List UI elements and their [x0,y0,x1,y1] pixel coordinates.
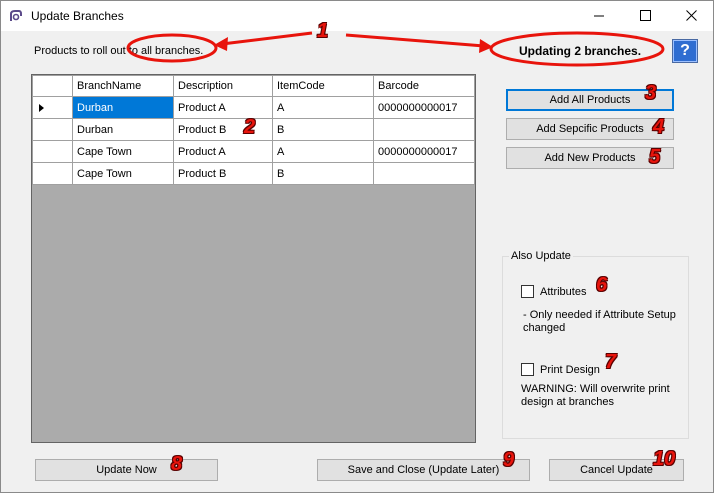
attributes-label[interactable]: Attributes [540,286,586,298]
save-and-close-button[interactable]: Save and Close (Update Later) [317,459,530,481]
add-specific-products-button[interactable]: Add Sepcific Products [506,118,674,140]
cell-itemcode[interactable]: B [272,118,374,141]
annotation-number-3: 3 [645,82,657,104]
annotation-number-7: 7 [605,351,617,373]
cell-description[interactable]: Product A [173,140,273,163]
cell-barcode[interactable]: 0000000000017 [373,96,475,119]
attributes-note: - Only needed if Attribute Setup changed [523,309,676,334]
cell-branchname[interactable]: Durban [72,96,174,119]
column-header-branchname[interactable]: BranchName [72,75,174,97]
cell-branchname[interactable]: Cape Town [72,162,174,185]
cell-itemcode[interactable]: A [272,96,374,119]
current-row-arrow-icon [39,104,44,112]
title-bar[interactable]: Update Branches [1,1,713,31]
row-header[interactable] [32,96,73,119]
update-branches-window: Update Branches Products to roll out to … [0,0,714,493]
annotation-number-5: 5 [649,146,661,168]
grid-header-row: BranchName Description ItemCode Barcode [32,75,475,97]
print-design-warning: WARNING: Will overwrite print design at … [521,383,670,408]
maximize-icon [639,10,651,21]
cell-barcode[interactable]: 0000000000017 [373,140,475,163]
column-header-itemcode[interactable]: ItemCode [272,75,374,97]
maximize-button[interactable] [622,1,668,31]
annotation-number-10: 10 [653,448,676,470]
annotation-number-2: 2 [244,116,256,138]
cell-description[interactable]: Product B [173,118,273,141]
cell-description[interactable]: Product B [173,162,273,185]
print-design-checkbox[interactable] [521,363,534,376]
annotation-number-6: 6 [596,274,608,296]
updating-branches-label: Updating 2 branches. [519,44,642,58]
help-button[interactable]: ? [672,39,698,63]
cell-description[interactable]: Product A [173,96,273,119]
update-now-button[interactable]: Update Now [35,459,218,481]
cell-branchname[interactable]: Cape Town [72,140,174,163]
annotation-number-9: 9 [503,449,515,471]
column-header-barcode[interactable]: Barcode [373,75,475,97]
close-button[interactable] [668,1,714,31]
minimize-icon [593,15,604,17]
also-update-title: Also Update [509,250,573,262]
row-header[interactable] [32,118,73,141]
close-icon [685,10,697,21]
cell-itemcode[interactable]: A [272,140,374,163]
annotation-number-4: 4 [653,116,665,138]
app-icon [10,10,22,21]
cell-itemcode[interactable]: B [272,162,374,185]
row-header[interactable] [32,162,73,185]
grid-corner-header[interactable] [32,75,73,97]
window-title: Update Branches [31,9,124,23]
minimize-button[interactable] [576,1,622,31]
row-header[interactable] [32,140,73,163]
table-row[interactable]: Cape Town Product B B [32,162,475,185]
attributes-checkbox[interactable] [521,285,534,298]
cell-barcode[interactable] [373,118,475,141]
annotation-number-8: 8 [171,453,183,475]
table-row[interactable]: Cape Town Product A A 0000000000017 [32,140,475,163]
print-design-label[interactable]: Print Design [540,364,600,376]
rollout-label: Products to roll out to all branches. [34,45,204,57]
column-header-description[interactable]: Description [173,75,273,97]
cell-barcode[interactable] [373,162,475,185]
cell-branchname[interactable]: Durban [72,118,174,141]
annotation-number-1: 1 [317,20,329,42]
